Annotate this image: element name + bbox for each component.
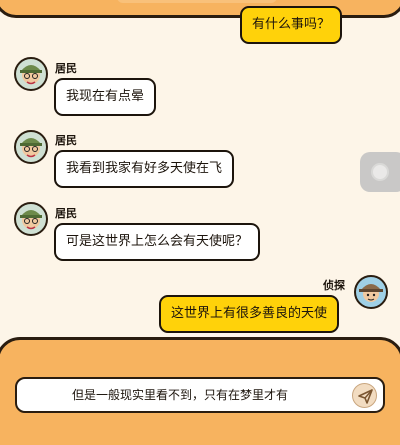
reply-input[interactable]: 但是一般现实里看不到，只有在梦里才有 xyxy=(15,377,385,413)
detective-avatar-icon[interactable] xyxy=(354,275,388,309)
speaker-name: 居民 xyxy=(55,62,77,75)
npc-message-bubble: 可是这世界上怎么会有天使呢？ xyxy=(54,223,261,261)
resident-avatar-icon[interactable] xyxy=(14,202,48,236)
send-icon xyxy=(358,389,373,404)
send-button[interactable] xyxy=(352,383,377,408)
speaker-name: 居民 xyxy=(55,207,77,220)
player-message-bubble: 有什么事吗？ xyxy=(240,6,343,44)
floating-dot-icon xyxy=(371,163,389,181)
speaker-name: 居民 xyxy=(55,134,77,147)
resident-avatar-icon[interactable] xyxy=(14,57,48,91)
reply-text: 但是一般现实里看不到，只有在梦里才有 xyxy=(71,388,288,402)
npc-message-bubble: 我现在有点晕 xyxy=(54,78,157,116)
floating-assist-button[interactable] xyxy=(360,152,400,192)
speaker-name: 侦探 xyxy=(323,279,345,292)
npc-message-bubble: 我看到我家有好多天使在飞 xyxy=(54,150,235,188)
resident-avatar-icon[interactable] xyxy=(14,130,48,164)
player-message-bubble: 这世界上有很多善良的天使 xyxy=(159,295,340,333)
